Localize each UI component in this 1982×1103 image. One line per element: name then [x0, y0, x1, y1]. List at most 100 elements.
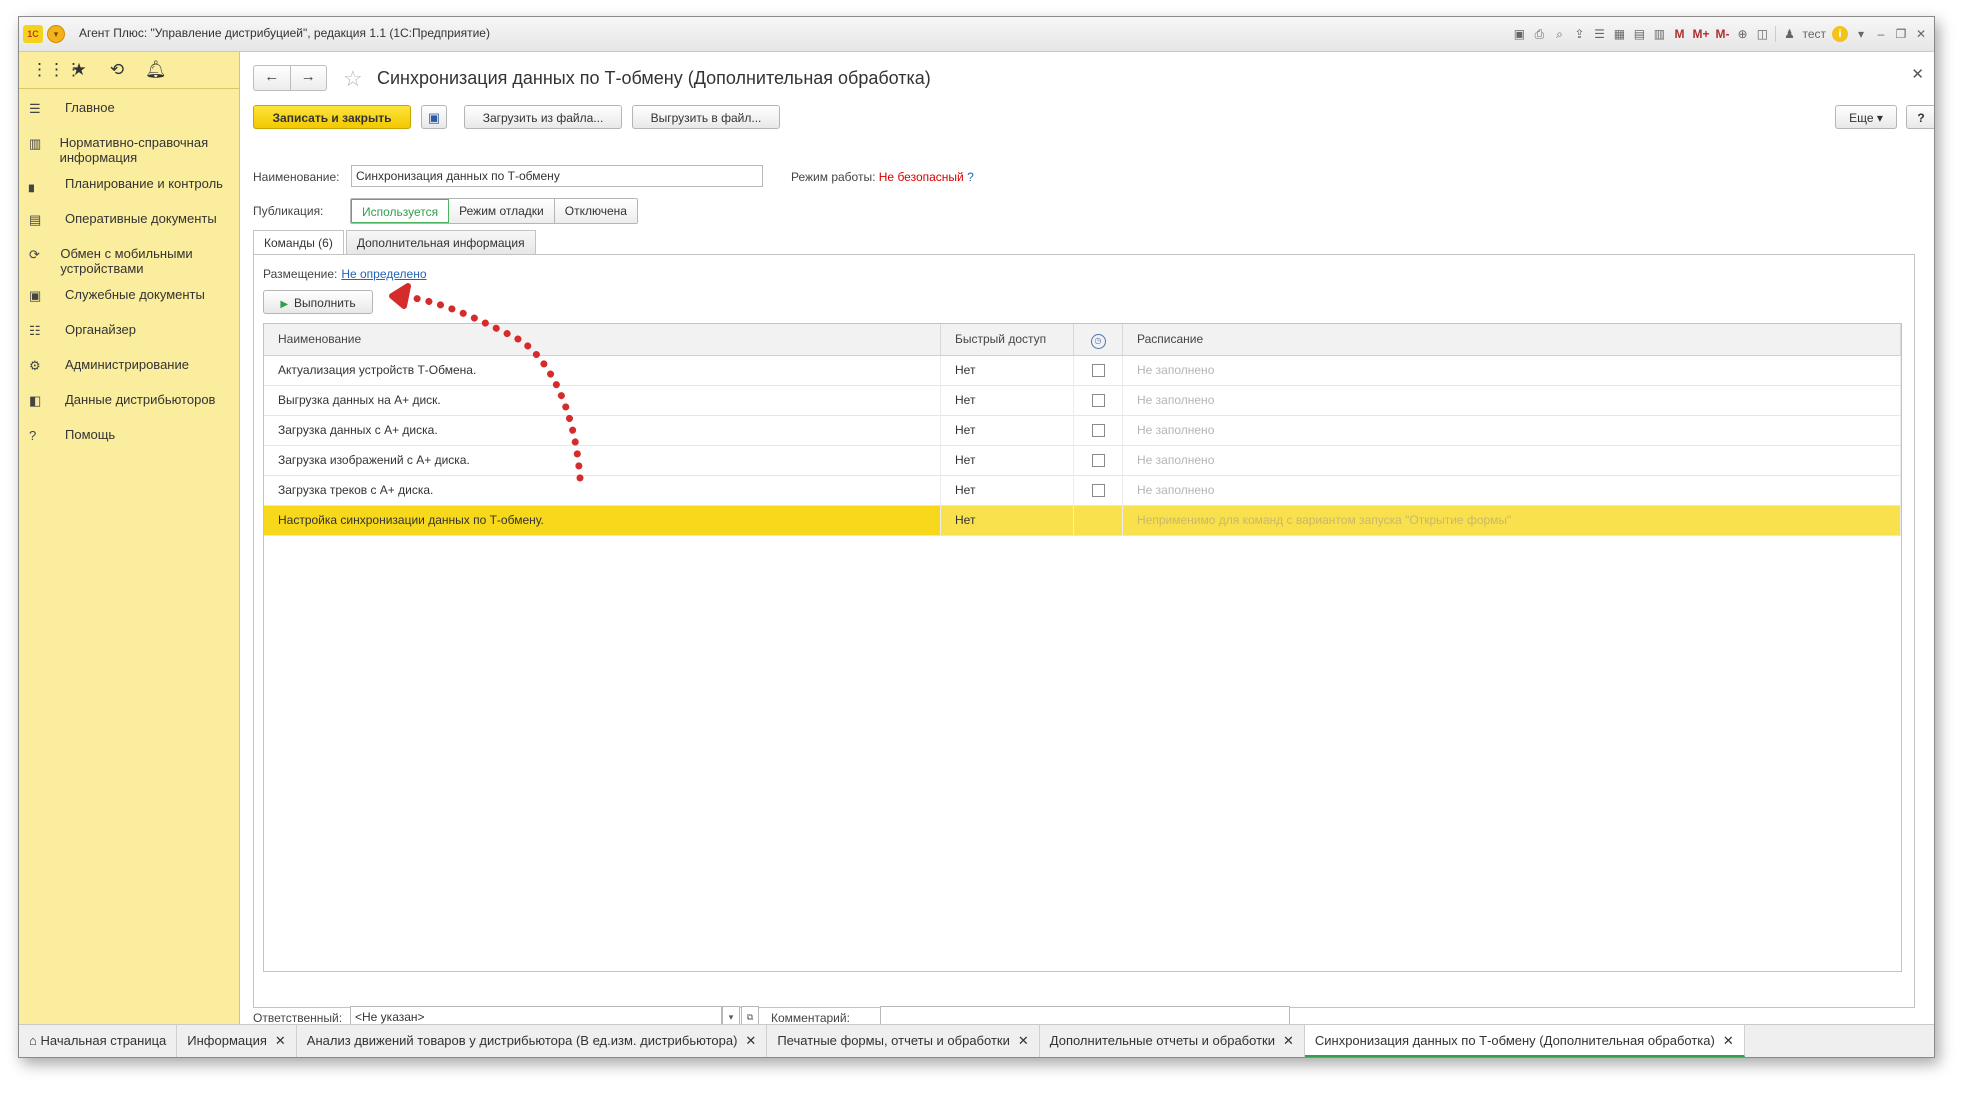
schedule-checkbox[interactable]: [1091, 484, 1105, 498]
save-disk-icon[interactable]: ▣: [421, 105, 447, 129]
history-icon[interactable]: ☰: [1592, 27, 1606, 41]
schedule-checkbox[interactable]: [1091, 364, 1105, 378]
column-header-name[interactable]: Наименование: [264, 324, 941, 355]
sidebar-item-label: Обмен с мобильными устройствами: [60, 246, 193, 276]
sidebar-item-help[interactable]: ? Помощь: [19, 422, 239, 457]
task-label: Анализ движений товаров у дистрибьютора …: [306, 1033, 738, 1048]
cell-schedule: Неприменимо для команд с вариантом запус…: [1123, 506, 1901, 535]
name-field[interactable]: Синхронизация данных по Т-обмену: [351, 165, 763, 187]
schedule-checkbox[interactable]: [1091, 454, 1105, 468]
sidebar-item-reference[interactable]: ▥ Нормативно-справочная информация: [19, 130, 239, 171]
distributors-icon: ◧: [29, 393, 42, 408]
user-icon: ♟: [1784, 27, 1795, 41]
sidebar-item-mobile-exchange[interactable]: ⟳ Обмен с мобильными устройствами: [19, 241, 239, 282]
table-row-selected[interactable]: Настройка синхронизации данных по Т-обме…: [264, 506, 1901, 536]
sidebar-item-main[interactable]: ☰ Главное: [19, 95, 239, 130]
mode-label-text: Режим работы:: [791, 170, 876, 184]
schedule-checkbox[interactable]: [1091, 424, 1105, 438]
close-form-icon[interactable]: ✕: [1911, 65, 1924, 83]
history-clock-icon[interactable]: ⟲: [107, 60, 127, 80]
spreadsheet-icon[interactable]: ▦: [1612, 27, 1626, 41]
preview-icon[interactable]: ⌕: [1552, 27, 1566, 42]
sidebar-item-documents[interactable]: ▤ Оперативные документы: [19, 206, 239, 241]
info-icon[interactable]: i: [1832, 26, 1848, 42]
calendar-icon[interactable]: ▤: [1632, 27, 1646, 41]
cell-quick-access: Нет: [941, 446, 1074, 475]
back-arrow-icon[interactable]: ←: [254, 66, 291, 90]
panels-icon[interactable]: ◫: [1755, 27, 1769, 41]
mode-help-link[interactable]: ?: [967, 170, 974, 184]
page-title: Синхронизация данных по Т-обмену (Дополн…: [377, 68, 931, 88]
dropdown-icon[interactable]: ▾: [1854, 27, 1868, 41]
more-button[interactable]: Еще ▾: [1835, 105, 1897, 129]
notifications-bell-icon[interactable]: 🔔︎: [145, 60, 167, 80]
task-additional-reports[interactable]: Дополнительные отчеты и обработки ✕: [1040, 1025, 1305, 1057]
memory-plus-button[interactable]: M+: [1692, 27, 1709, 41]
cell-check: [1074, 416, 1123, 445]
table-row[interactable]: Загрузка изображений с А+ диска. Нет Не …: [264, 446, 1901, 476]
sidebar-item-label: Служебные документы: [65, 287, 205, 302]
column-header-schedule[interactable]: Расписание: [1123, 324, 1901, 355]
column-header-quick-access[interactable]: Быстрый доступ: [941, 324, 1074, 355]
favorites-star-icon[interactable]: ★: [69, 60, 89, 80]
column-header-scheduled[interactable]: ◷: [1074, 324, 1123, 355]
save-icon[interactable]: ▣: [1512, 27, 1526, 41]
main-menu-icon[interactable]: ▾: [47, 25, 65, 43]
sidebar: ⋮⋮⋮ ★ ⟲ 🔔︎ ☰ Главное ▥ Нормативно-справочн…: [19, 52, 240, 1024]
tab-additional-info[interactable]: Дополнительная информация: [345, 230, 536, 254]
memory-minus-button[interactable]: M-: [1715, 27, 1729, 41]
publication-option-used[interactable]: Используется: [351, 199, 450, 223]
minimize-icon[interactable]: –: [1874, 27, 1888, 41]
task-print-forms[interactable]: Печатные формы, отчеты и обработки ✕: [767, 1025, 1040, 1057]
close-tab-icon[interactable]: ✕: [1018, 1033, 1029, 1048]
placement-link[interactable]: Не определено: [341, 267, 426, 281]
sidebar-toolbar: ⋮⋮⋮ ★ ⟲ 🔔︎: [19, 52, 239, 89]
zoom-icon[interactable]: ⊕: [1735, 27, 1749, 41]
task-home[interactable]: ⌂ Начальная страница: [19, 1025, 178, 1057]
cell-schedule[interactable]: Не заполнено: [1123, 386, 1901, 415]
print-icon[interactable]: ⎙: [1532, 27, 1546, 42]
cell-schedule[interactable]: Не заполнено: [1123, 446, 1901, 475]
cell-schedule[interactable]: Не заполнено: [1123, 476, 1901, 505]
user-name[interactable]: тест: [1802, 27, 1826, 41]
memory-m-button[interactable]: M: [1672, 27, 1686, 41]
sidebar-item-distributors[interactable]: ◧ Данные дистрибьюторов: [19, 387, 239, 422]
table-row[interactable]: Загрузка треков с А+ диска. Нет Не запол…: [264, 476, 1901, 506]
help-button[interactable]: ?: [1906, 105, 1934, 129]
sidebar-item-organizer[interactable]: ☷ Органайзер: [19, 317, 239, 352]
table-row[interactable]: Загрузка данных с А+ диска. Нет Не запол…: [264, 416, 1901, 446]
run-button[interactable]: ▶ Выполнить: [263, 290, 373, 314]
load-from-file-button[interactable]: Загрузить из файла...: [464, 105, 622, 129]
publication-option-debug[interactable]: Режим отладки: [449, 199, 555, 223]
close-tab-icon[interactable]: ✕: [275, 1033, 286, 1048]
schedule-checkbox[interactable]: [1091, 394, 1105, 408]
close-tab-icon[interactable]: ✕: [745, 1033, 756, 1048]
sidebar-item-service-documents[interactable]: ▣ Служебные документы: [19, 282, 239, 317]
open-windows-bar: ⌂ Начальная страница Информация ✕ Анализ …: [19, 1024, 1934, 1057]
calculator-icon[interactable]: ▥: [1652, 27, 1666, 41]
cell-check: [1074, 506, 1123, 535]
forward-arrow-icon[interactable]: →: [291, 66, 327, 90]
sidebar-item-administration[interactable]: ⚙ Администрирование: [19, 352, 239, 387]
publication-option-disabled[interactable]: Отключена: [554, 199, 637, 223]
task-info[interactable]: Информация ✕: [177, 1025, 297, 1057]
favorite-star-icon[interactable]: ☆: [343, 66, 363, 92]
tab-commands[interactable]: Команды (6): [253, 230, 344, 256]
table-row[interactable]: Актуализация устройств Т-Обмена. Нет Не …: [264, 356, 1901, 386]
cell-schedule[interactable]: Не заполнено: [1123, 356, 1901, 385]
table-row[interactable]: Выгрузка данных на А+ диск. Нет Не запол…: [264, 386, 1901, 416]
app-logo-icon[interactable]: 1С: [23, 25, 43, 43]
close-tab-icon[interactable]: ✕: [1283, 1033, 1294, 1048]
restore-icon[interactable]: ❐: [1894, 27, 1908, 41]
send-icon[interactable]: ⇪: [1572, 27, 1586, 41]
save-and-close-button[interactable]: Записать и закрыть: [253, 105, 411, 129]
close-window-icon[interactable]: ✕: [1914, 27, 1928, 41]
task-sync[interactable]: Синхронизация данных по Т-обмену (Дополн…: [1304, 1025, 1745, 1057]
export-to-file-button[interactable]: Выгрузить в файл...: [632, 105, 780, 129]
close-tab-icon[interactable]: ✕: [1723, 1033, 1734, 1048]
sidebar-item-planning[interactable]: ▖ Планирование и контроль: [19, 171, 239, 206]
task-analysis[interactable]: Анализ движений товаров у дистрибьютора …: [297, 1025, 768, 1057]
cell-schedule[interactable]: Не заполнено: [1123, 416, 1901, 445]
apps-grid-icon[interactable]: ⋮⋮⋮: [31, 60, 82, 80]
placement-label: Размещение:: [263, 267, 338, 281]
